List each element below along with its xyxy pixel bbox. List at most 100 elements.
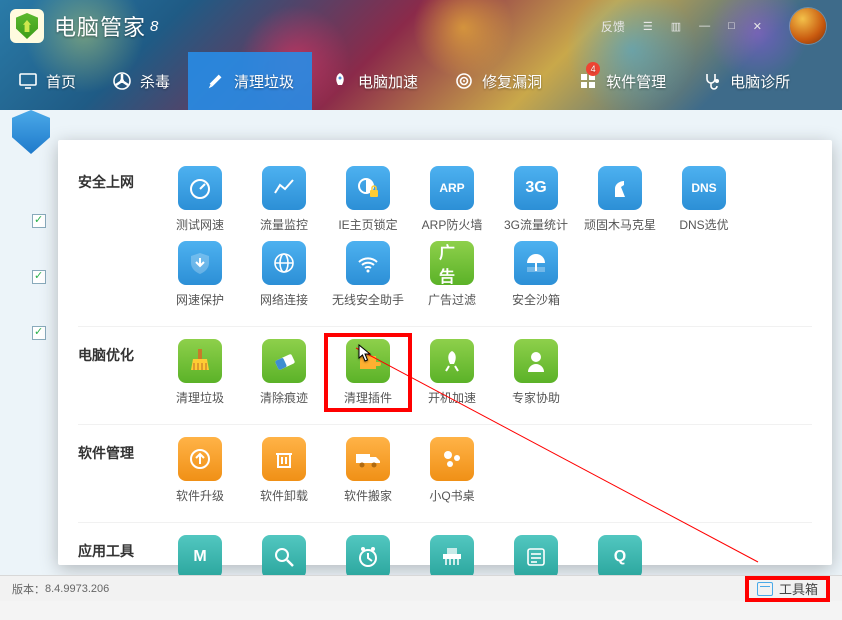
rocket-icon xyxy=(330,71,350,91)
minimize-button[interactable]: — xyxy=(695,18,714,34)
tool-item[interactable]: ARP ARP防火墙 xyxy=(410,162,494,237)
tool-item[interactable]: 开机加速 xyxy=(410,335,494,410)
tool-item[interactable]: DNS DNS选优 xyxy=(662,162,746,237)
broom-icon xyxy=(206,71,226,91)
nav-tab-0[interactable]: 首页 xyxy=(0,52,94,110)
nav-tab-2[interactable]: 清理垃圾 xyxy=(188,52,312,110)
dns-icon: DNS xyxy=(682,166,726,210)
tool-label: DNS选优 xyxy=(679,216,728,233)
tool-label: 顽固木马克星 xyxy=(584,216,656,233)
nav-tab-5[interactable]: 软件管理 4 xyxy=(560,52,684,110)
tool-item[interactable]: 测试网速 xyxy=(158,162,242,237)
shield-down-icon xyxy=(178,241,222,285)
cursor-icon xyxy=(358,344,372,362)
qdisk-icon: Q xyxy=(598,535,642,579)
tool-item[interactable]: 软件卸载 xyxy=(242,433,326,508)
tool-item[interactable]: 网络连接 xyxy=(242,237,326,312)
trash-icon xyxy=(262,437,306,481)
nav-tab-3[interactable]: 电脑加速 xyxy=(312,52,436,110)
ie-lock-icon xyxy=(346,166,390,210)
title-bar: 电脑管家 8 反馈 ☰ ▥ — □ ✕ xyxy=(0,0,842,52)
checkbox[interactable] xyxy=(32,270,46,284)
app-title-version: 8 xyxy=(150,18,158,35)
tool-item[interactable]: 软件搬家 xyxy=(326,433,410,508)
tool-item[interactable]: 清除痕迹 xyxy=(242,335,326,410)
skin-icon[interactable]: ▥ xyxy=(667,18,685,35)
toolbox-button[interactable]: 工具箱 xyxy=(745,576,830,602)
upgrade-icon xyxy=(178,437,222,481)
category-row: 电脑优化清理垃圾 清除痕迹 清理插件 开机加速 专家协助 xyxy=(78,327,812,425)
category-row: 安全上网测试网速流量监控IE主页锁定ARPARP防火墙3G3G流量统计顽固木马克… xyxy=(78,154,812,327)
monitor-icon xyxy=(18,71,38,91)
tool-item[interactable]: 广告广告过滤 xyxy=(410,237,494,312)
dashboard-icon xyxy=(178,166,222,210)
tool-label: 开机加速 xyxy=(428,389,476,406)
toolbox-label: 工具箱 xyxy=(779,579,818,598)
menu-icon xyxy=(514,535,558,579)
nav-label: 修复漏洞 xyxy=(482,71,542,92)
tool-label: 流量监控 xyxy=(260,216,308,233)
tool-item[interactable]: 无线安全助手 xyxy=(326,237,410,312)
nav-label: 软件管理 xyxy=(606,71,666,92)
tool-item[interactable]: 3G 3G流量统计 xyxy=(494,162,578,237)
version-label: 版本： xyxy=(12,581,45,597)
radiation-icon xyxy=(112,71,132,91)
tool-item[interactable]: 顽固木马克星 xyxy=(578,162,662,237)
tool-item[interactable]: 网速保护 xyxy=(158,237,242,312)
chart-icon xyxy=(262,166,306,210)
tool-label: 软件升级 xyxy=(176,487,224,504)
tool-label: 清理插件 xyxy=(344,389,392,406)
umbrella-icon xyxy=(514,241,558,285)
category-title: 电脑优化 xyxy=(78,335,158,365)
checkbox[interactable] xyxy=(32,326,46,340)
magnify-icon xyxy=(262,535,306,579)
category-tools: 软件升级 软件卸载软件搬家 小Q书桌 xyxy=(158,433,494,508)
globe-icon xyxy=(262,241,306,285)
tool-item[interactable]: 清理垃圾 xyxy=(158,335,242,410)
tool-item[interactable]: 软件升级 xyxy=(158,433,242,508)
tool-label: 测试网速 xyxy=(176,216,224,233)
nav-tab-1[interactable]: 杀毒 xyxy=(94,52,188,110)
tool-label: 清除痕迹 xyxy=(260,389,308,406)
toolbox-panel: 安全上网测试网速流量监控IE主页锁定ARPARP防火墙3G3G流量统计顽固木马克… xyxy=(58,140,832,565)
3g-icon: 3G xyxy=(514,166,558,210)
maximize-button[interactable]: □ xyxy=(724,18,739,34)
tool-item[interactable]: 流量监控 xyxy=(242,162,326,237)
nav-tab-6[interactable]: 电脑诊所 xyxy=(684,52,808,110)
app-title: 电脑管家 xyxy=(54,10,146,42)
category-row: 应用工具M安卓手机管家硬件检测健康小助手文件粉碎管理右键菜单QQ盘 xyxy=(78,523,812,620)
app-header: 电脑管家 8 反馈 ☰ ▥ — □ ✕ 首页杀毒清理垃圾电脑加速修复漏洞软件管理… xyxy=(0,0,842,110)
tool-item[interactable]: 专家协助 xyxy=(494,335,578,410)
knight-icon xyxy=(598,166,642,210)
app-logo xyxy=(10,9,44,43)
tool-label: 3G流量统计 xyxy=(504,216,568,233)
target-icon xyxy=(454,71,474,91)
settings-icon[interactable]: ☰ xyxy=(639,18,657,35)
nav-label: 电脑诊所 xyxy=(730,71,790,92)
truck-icon xyxy=(346,437,390,481)
desktop-icon xyxy=(430,437,474,481)
checkbox[interactable] xyxy=(32,214,46,228)
tool-label: 清理垃圾 xyxy=(176,389,224,406)
nav-label: 电脑加速 xyxy=(358,71,418,92)
close-button[interactable]: ✕ xyxy=(749,18,766,35)
category-tools: 测试网速 流量监控 IE主页锁定 ARP ARP防火墙 3G 3G流量统计顽固木马克星 DNS… xyxy=(158,162,812,312)
nav-label: 杀毒 xyxy=(140,71,170,92)
shredder-icon xyxy=(430,535,474,579)
avatar[interactable] xyxy=(790,8,826,44)
tool-label: 广告过滤 xyxy=(428,291,476,308)
tool-item[interactable]: IE主页锁定 xyxy=(326,162,410,237)
tool-label: ARP防火墙 xyxy=(422,216,483,233)
nav-badge: 4 xyxy=(586,62,600,76)
nav-label: 首页 xyxy=(46,71,76,92)
scan-items-column xyxy=(0,110,58,575)
tool-label: 软件搬家 xyxy=(344,487,392,504)
version-number: 8.4.9973.206 xyxy=(45,583,109,595)
status-bar: 版本： 8.4.9973.206 工具箱 xyxy=(0,575,842,601)
arp-icon: ARP xyxy=(430,166,474,210)
tool-item[interactable]: 小Q书桌 xyxy=(410,433,494,508)
tool-label: IE主页锁定 xyxy=(338,216,397,233)
tool-item[interactable]: 安全沙箱 xyxy=(494,237,578,312)
feedback-button[interactable]: 反馈 xyxy=(597,16,629,37)
nav-tab-4[interactable]: 修复漏洞 xyxy=(436,52,560,110)
